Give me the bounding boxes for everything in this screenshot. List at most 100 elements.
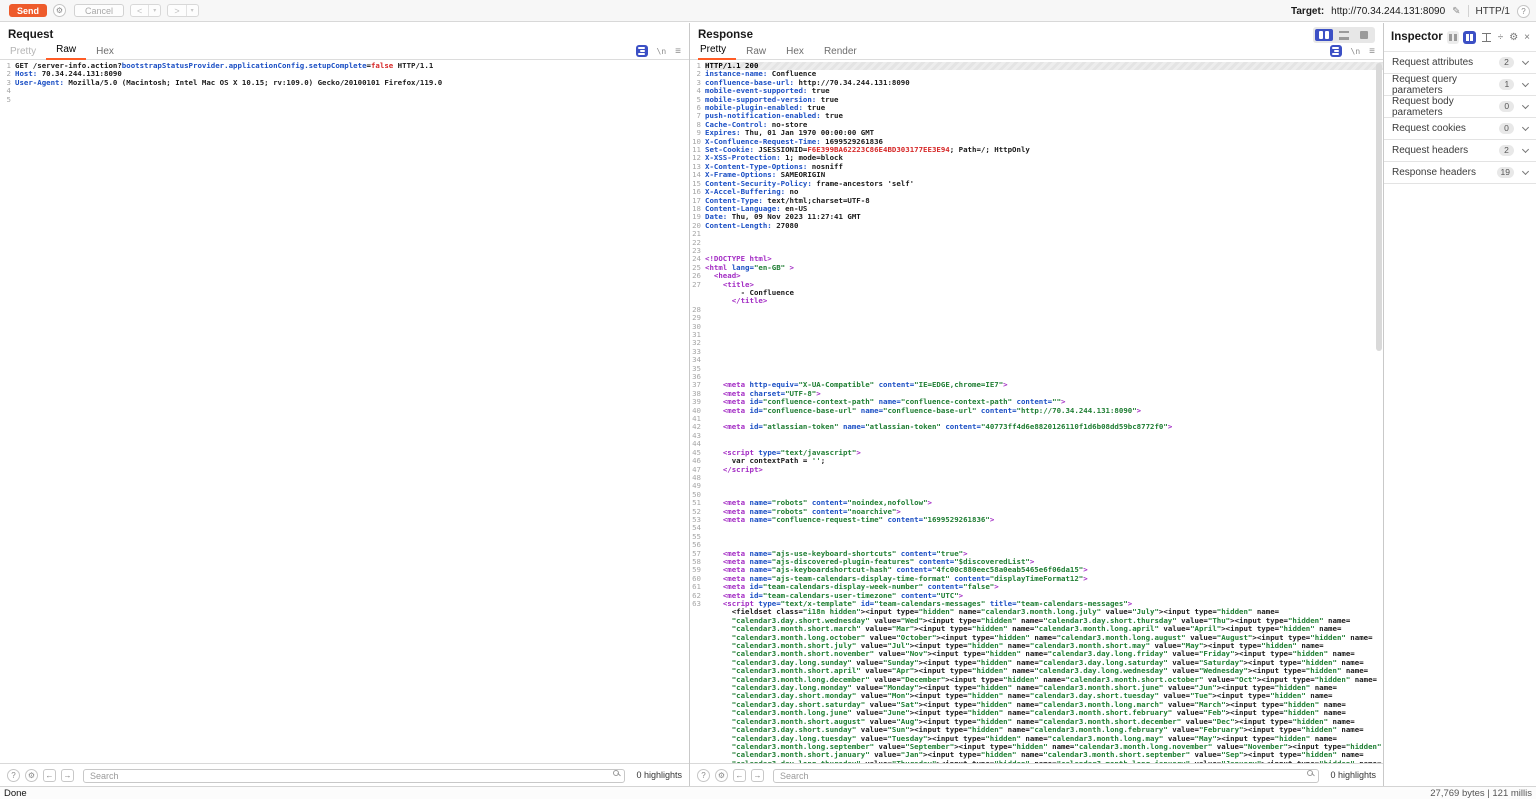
prettify-icon[interactable] [1330, 45, 1342, 57]
inspector-section-request-body-parameters[interactable]: Request body parameters0 [1384, 96, 1536, 118]
help-button[interactable]: ? [1517, 5, 1530, 18]
show-newlines-icon[interactable]: \n [1351, 47, 1361, 56]
target-url: http://70.34.244.131:8090 [1331, 6, 1445, 17]
code-line[interactable]: 35 [690, 365, 1383, 373]
count-badge: 0 [1499, 123, 1514, 134]
code-line[interactable]: 31 [690, 331, 1383, 339]
inspector-layout-side-icon[interactable] [1447, 31, 1460, 44]
search-settings-button[interactable]: ⚙ [715, 769, 728, 782]
layout-rows-button[interactable] [1335, 29, 1353, 41]
gear-icon[interactable]: ⚙ [1508, 32, 1519, 43]
back-arrow-icon: < [131, 5, 148, 16]
next-request-button[interactable]: > ▾ [167, 4, 198, 17]
code-line[interactable]: 30 [690, 323, 1383, 331]
code-line[interactable]: 22 [690, 239, 1383, 247]
editor-menu-icon[interactable]: ≡ [675, 46, 681, 57]
close-icon[interactable]: × [1523, 32, 1531, 43]
search-help-button[interactable]: ? [7, 769, 20, 782]
prettify-icon[interactable] [636, 45, 648, 57]
collapse-all-icon[interactable]: ÷ [1497, 32, 1505, 43]
scrollbar[interactable] [1376, 63, 1382, 351]
search-input[interactable] [83, 769, 625, 783]
search-input[interactable] [773, 769, 1319, 783]
count-badge: 1 [1499, 79, 1514, 90]
line-content: <meta id="confluence-base-url" name="con… [705, 407, 1383, 415]
line-content: - Confluence [705, 289, 1383, 297]
line-number [690, 726, 705, 734]
expand-all-icon[interactable] [1482, 33, 1491, 42]
response-editor[interactable]: 1HTTP/1.1 2002instance-name: Confluence3… [690, 60, 1383, 763]
inspector-section-request-cookies[interactable]: Request cookies0 [1384, 118, 1536, 140]
code-line[interactable]: 47 </script> [690, 466, 1383, 474]
back-arrow-icon: ← [736, 771, 744, 780]
code-line[interactable]: 3User-Agent: Mozilla/5.0 (Macintosh; Int… [0, 79, 689, 87]
search-next-button[interactable]: → [61, 769, 74, 782]
code-line[interactable]: 26 <head> [690, 272, 1383, 280]
inspector-section-request-headers[interactable]: Request headers2 [1384, 140, 1536, 162]
inspector-layout-overlay-icon[interactable] [1463, 31, 1476, 44]
code-line[interactable]: 32 [690, 339, 1383, 347]
code-line[interactable]: </title> [690, 297, 1383, 305]
code-line[interactable]: 33 [690, 348, 1383, 356]
inspector-section-request-query-parameters[interactable]: Request query parameters1 [1384, 74, 1536, 96]
code-line[interactable]: 54 [690, 524, 1383, 532]
code-line[interactable]: 42 <meta id="atlassian-token" name="atla… [690, 423, 1383, 431]
show-newlines-icon[interactable]: \n [657, 47, 667, 56]
code-line[interactable]: 28 [690, 306, 1383, 314]
request-panel-title: Request [8, 29, 53, 41]
edit-target-icon[interactable]: ✎ [1452, 6, 1460, 17]
code-line[interactable]: 25<html lang="en-GB" > [690, 264, 1383, 272]
tab-pretty[interactable]: Pretty [8, 46, 46, 60]
code-line[interactable]: 29 [690, 314, 1383, 322]
tab-hex[interactable]: Hex [86, 46, 124, 60]
prev-request-button[interactable]: < ▾ [130, 4, 161, 17]
search-next-button[interactable]: → [751, 769, 764, 782]
request-editor[interactable]: 1GET /server-info.action?bootstrapStatus… [0, 60, 689, 763]
search-prev-button[interactable]: ← [733, 769, 746, 782]
chevron-down-icon[interactable]: ▾ [186, 5, 198, 16]
response-panel: Response PrettyRawHexRender \n ≡ 1HTTP/1… [690, 23, 1384, 786]
search-settings-button[interactable]: ⚙ [25, 769, 38, 782]
code-line[interactable]: 20Content-Length: 27080 [690, 222, 1383, 230]
line-number [690, 676, 705, 684]
code-line[interactable]: 4 [0, 87, 689, 95]
code-line[interactable]: 55 [690, 533, 1383, 541]
forward-arrow-icon: > [168, 5, 185, 16]
code-line[interactable]: 23 [690, 247, 1383, 255]
layout-single-button[interactable] [1355, 29, 1373, 41]
chevron-down-icon [1522, 168, 1529, 175]
tab-raw[interactable]: Raw [736, 46, 776, 60]
code-line[interactable]: "calendar3.day.long.thursday" value="Thu… [690, 760, 1383, 763]
code-line[interactable]: 48 [690, 474, 1383, 482]
code-line[interactable]: 5 [0, 96, 689, 104]
tab-pretty[interactable]: Pretty [698, 44, 736, 60]
inspector-section-response-headers[interactable]: Response headers19 [1384, 162, 1536, 184]
chevron-down-icon[interactable]: ▾ [148, 5, 160, 16]
send-options-button[interactable]: ⚙ [53, 4, 66, 17]
search-help-button[interactable]: ? [697, 769, 710, 782]
tab-raw[interactable]: Raw [46, 44, 86, 60]
line-content: User-Agent: Mozilla/5.0 (Macintosh; Inte… [15, 79, 689, 87]
code-line[interactable]: 40 <meta id="confluence-base-url" name="… [690, 407, 1383, 415]
code-line[interactable]: 34 [690, 356, 1383, 364]
line-content [705, 524, 1383, 532]
code-line[interactable]: 53 <meta name="confluence-request-time" … [690, 516, 1383, 524]
search-prev-button[interactable]: ← [43, 769, 56, 782]
toolbar: Send ⚙ Cancel < ▾ > ▾ Target: http://70.… [0, 0, 1536, 22]
code-line[interactable]: 49 [690, 482, 1383, 490]
highlights-count: 0 highlights [636, 770, 682, 780]
http-version-label[interactable]: HTTP/1 [1476, 6, 1510, 17]
tab-hex[interactable]: Hex [776, 46, 814, 60]
code-line[interactable]: 46 var contextPath = ''; [690, 457, 1383, 465]
code-line[interactable]: 43 [690, 432, 1383, 440]
layout-columns-button[interactable] [1315, 29, 1333, 41]
section-label: Request headers [1392, 145, 1468, 156]
send-button[interactable]: Send [9, 4, 47, 17]
editor-menu-icon[interactable]: ≡ [1369, 46, 1375, 57]
tab-render[interactable]: Render [814, 46, 867, 60]
cancel-button[interactable]: Cancel [74, 4, 124, 17]
code-line[interactable]: - Confluence [690, 289, 1383, 297]
inspector-section-request-attributes[interactable]: Request attributes2 [1384, 52, 1536, 74]
code-line[interactable]: 21 [690, 230, 1383, 238]
section-label: Request body parameters [1392, 96, 1499, 118]
